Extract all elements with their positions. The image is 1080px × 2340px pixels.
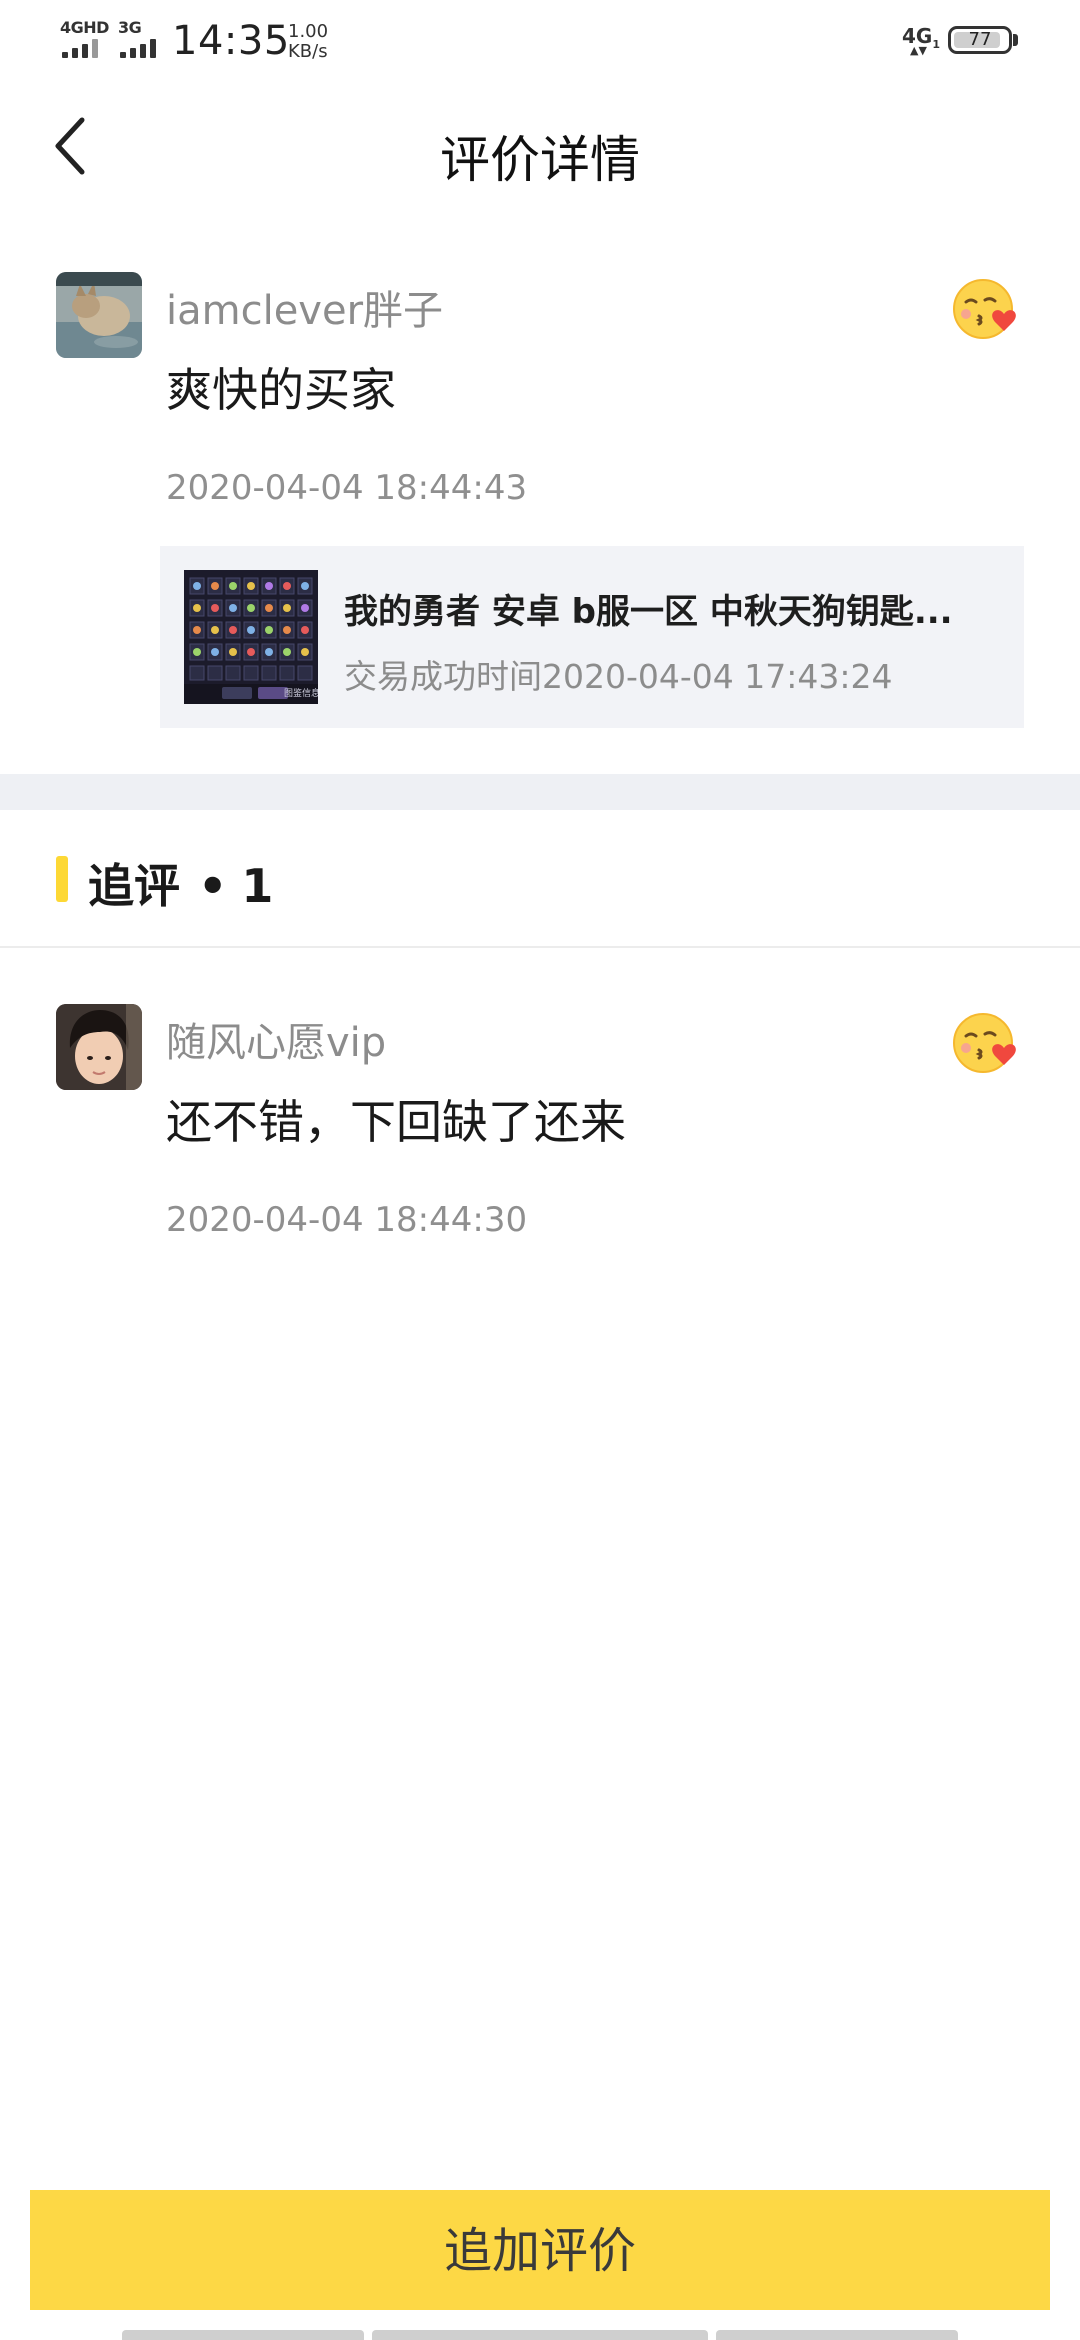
- person-avatar-image: [56, 1004, 142, 1090]
- followup-title: 追评 • 1: [88, 850, 273, 916]
- data-arrows-icon: ▲▼: [910, 44, 927, 57]
- reviewer-username[interactable]: 随风心愿vip: [166, 1010, 386, 1068]
- avatar[interactable]: [56, 272, 142, 358]
- review-timestamp: 2020-04-04 18:44:43: [166, 468, 528, 508]
- followup-count: 1: [241, 859, 274, 913]
- thumb-caption: 图鉴信息: [284, 689, 318, 699]
- battery-icon: 77: [948, 26, 1012, 54]
- order-card[interactable]: 图鉴信息 我的勇者 安卓 b服一区 中秋天狗钥匙... 交易成功时间2020-0…: [160, 546, 1024, 728]
- nav-bar-segment: [372, 2330, 708, 2340]
- order-time: 交易成功时间2020-04-04 17:43:24: [344, 650, 892, 698]
- review-comment: 爽快的买家: [166, 363, 396, 417]
- nav-bar-segment: [716, 2330, 958, 2340]
- order-time-value: 2020-04-04 17:43:24: [542, 657, 893, 696]
- kiss-heart-emoji-icon: [952, 276, 1018, 342]
- cat-avatar-image: [56, 272, 142, 358]
- header: 评价详情: [0, 84, 1080, 214]
- signal-bars-icon: [120, 38, 164, 58]
- page-title: 评价详情: [440, 131, 640, 189]
- kiss-heart-emoji-icon: [952, 1010, 1018, 1076]
- avatar[interactable]: [56, 1004, 142, 1090]
- review-timestamp: 2020-04-04 18:44:30: [166, 1200, 528, 1240]
- network-speed-value: 1.00: [288, 21, 329, 42]
- reviewer-username[interactable]: iamclever胖子: [166, 278, 443, 336]
- followup-separator: •: [198, 859, 228, 913]
- followup-section-header: 追评 • 1: [0, 810, 1080, 946]
- section-accent-bar: [56, 856, 68, 902]
- signal-bars-icon: [62, 38, 106, 58]
- divider-line: [0, 946, 1080, 948]
- network-speed-unit: KB/s: [288, 41, 328, 62]
- network-speed: 1.00 KB/s: [288, 22, 348, 62]
- nav-bar-segment: [122, 2330, 364, 2340]
- add-review-button[interactable]: 追加评价: [30, 2190, 1050, 2310]
- review-comment: 还不错，下回缺了还来: [166, 1095, 626, 1149]
- game-inventory-image: [184, 570, 318, 704]
- battery-tip: [1013, 34, 1018, 46]
- order-time-label: 交易成功时间: [344, 657, 542, 696]
- battery-level: 77: [968, 29, 992, 50]
- clock: 14:35: [172, 18, 290, 64]
- network-type-sub: 1: [932, 38, 940, 51]
- status-bar: 4GHD 3G 14:35 1.00 KB/s 4G1 ▲▼ 77: [0, 0, 1080, 84]
- signal-label-4ghd: 4GHD: [60, 18, 109, 37]
- order-thumbnail: 图鉴信息: [184, 570, 318, 704]
- order-title: 我的勇者 安卓 b服一区 中秋天狗钥匙...: [344, 592, 953, 632]
- signal-label-3g: 3G: [118, 18, 142, 37]
- section-divider: [0, 774, 1080, 810]
- followup-title-label: 追评: [88, 859, 180, 913]
